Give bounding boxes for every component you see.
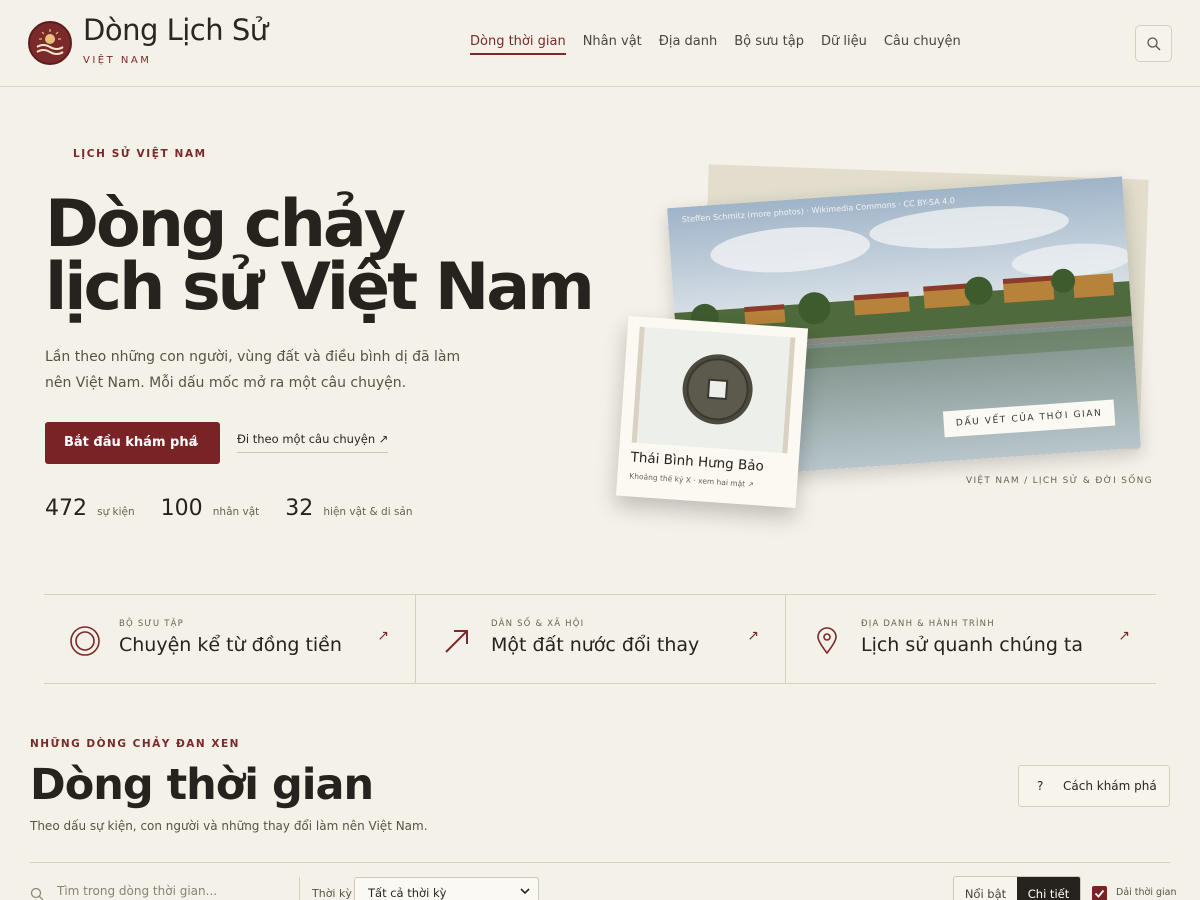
feature-card-places[interactable]: ĐỊA DANH & HÀNH TRÌNH Lịch sử quanh chún…: [785, 595, 1156, 683]
stat-artifacts: 32 hiện vật & di sản: [285, 496, 412, 521]
stat-value: 32: [285, 496, 314, 521]
view-option-highlights[interactable]: Nổi bật: [954, 877, 1017, 900]
feature-title: Lịch sử quanh chúng ta: [861, 634, 1084, 656]
stat-label: hiện vật & di sản: [323, 506, 413, 518]
coin-icon: [70, 626, 100, 656]
feature-kicker: DÂN SỐ & XÃ HỘI: [491, 619, 585, 629]
map-pin-icon: [817, 627, 837, 655]
period-select[interactable]: Tất cả thời kỳ: [354, 877, 539, 900]
search-placeholder: Tìm trong dòng thời gian...: [57, 884, 218, 898]
nav-item-data[interactable]: Dữ liệu: [821, 34, 867, 55]
hero-eyebrow: LỊCH SỬ VIỆT NAM: [73, 148, 207, 160]
feature-card-society[interactable]: DÂN SỐ & XÃ HỘI Một đất nước đổi thay ↗: [415, 595, 785, 683]
photo-caption: VIỆT NAM / LỊCH SỬ & ĐỜI SỐNG: [966, 476, 1153, 486]
hero-description: Lần theo những con người, vùng đất và đi…: [45, 349, 461, 391]
nav-item-stories[interactable]: Câu chuyện: [884, 34, 961, 55]
coin-card[interactable]: Thái Bình Hưng Bảo Khoảng thế kỷ X · xem…: [615, 315, 809, 509]
feature-kicker: ĐỊA DANH & HÀNH TRÌNH: [861, 619, 995, 629]
search-button[interactable]: [1135, 25, 1172, 62]
brand-subtitle: VIỆT NAM: [83, 55, 152, 66]
stat-people: 100 nhân vật: [161, 496, 260, 521]
trend-arrow-icon: [445, 630, 468, 653]
hero-stats: 472 sự kiện 100 nhân vật 32 hiện vật & d…: [45, 496, 439, 521]
brand-title[interactable]: Dòng Lịch Sử: [83, 13, 268, 47]
feature-card-coins[interactable]: BỘ SƯU TẬP Chuyện kể từ đồng tiền ↗: [44, 595, 415, 683]
feature-kicker: BỘ SƯU TẬP: [119, 619, 184, 629]
stat-value: 100: [160, 496, 203, 521]
feature-title: Một đất nước đổi thay: [491, 634, 700, 656]
feature-title: Chuyện kể từ đồng tiền: [119, 634, 342, 656]
period-select-value: Tất cả thời kỳ: [368, 886, 447, 900]
stat-events: 472 sự kiện: [45, 496, 135, 521]
help-icon: ?: [1037, 779, 1044, 793]
start-explore-button[interactable]: Bắt đầu khám phá ↓: [45, 422, 220, 464]
nav-item-timeline[interactable]: Dòng thời gian: [470, 34, 566, 55]
timeline-title: Dòng thời gian: [30, 760, 374, 810]
start-explore-label: Bắt đầu khám phá: [64, 435, 198, 450]
timeline-eyebrow: NHỮNG DÒNG CHẢY ĐAN XEN: [30, 738, 240, 750]
check-icon: [1094, 889, 1105, 898]
nav-item-collections[interactable]: Bộ sưu tập: [734, 34, 804, 55]
search-icon: [1147, 37, 1161, 51]
filter-separator: [299, 877, 300, 900]
timeline-band-checkbox[interactable]: [1092, 886, 1107, 900]
stat-value: 472: [45, 496, 87, 521]
coin-image: [682, 354, 753, 425]
coin-image-frame: [631, 326, 796, 454]
period-label: Thời kỳ: [312, 887, 352, 900]
feature-cards: BỘ SƯU TẬP Chuyện kể từ đồng tiền ↗ DÂN …: [44, 594, 1156, 684]
view-option-detail[interactable]: Chi tiết: [1017, 877, 1080, 900]
arrow-down-icon: ↓: [190, 435, 201, 450]
arrow-up-right-icon: ↗: [747, 628, 759, 644]
section-divider: [30, 862, 1170, 863]
view-toggle: Nổi bật Chi tiết: [953, 876, 1081, 900]
how-to-explore-label: Cách khám phá: [1063, 779, 1157, 793]
nav-item-people[interactable]: Nhân vật: [583, 34, 642, 55]
site-header: Dòng Lịch Sử VIỆT NAM Dòng thời gian Nhâ…: [0, 0, 1200, 87]
timeline-band-label: Dải thời gian: [1116, 887, 1177, 898]
nav-item-places[interactable]: Địa danh: [659, 34, 717, 55]
how-to-explore-button[interactable]: ? Cách khám phá: [1018, 765, 1170, 807]
timeline-description: Theo dấu sự kiện, con người và những tha…: [30, 819, 428, 833]
follow-story-link[interactable]: Đi theo một câu chuyện ↗: [237, 432, 389, 453]
stat-label: nhân vật: [212, 506, 260, 518]
chevron-down-icon: [520, 888, 530, 895]
search-icon: [30, 887, 44, 900]
main-nav: Dòng thời gian Nhân vật Địa danh Bộ sưu …: [470, 34, 978, 55]
logo-icon[interactable]: [28, 21, 72, 65]
stat-label: sự kiện: [97, 506, 135, 518]
arrow-up-right-icon: ↗: [377, 628, 389, 644]
arrow-up-right-icon: ↗: [1118, 628, 1130, 644]
hero-title-line-2: lịch sử Việt Nam: [45, 250, 595, 325]
hero-title: Dòng chảy lịch sử Việt Nam: [45, 192, 605, 320]
